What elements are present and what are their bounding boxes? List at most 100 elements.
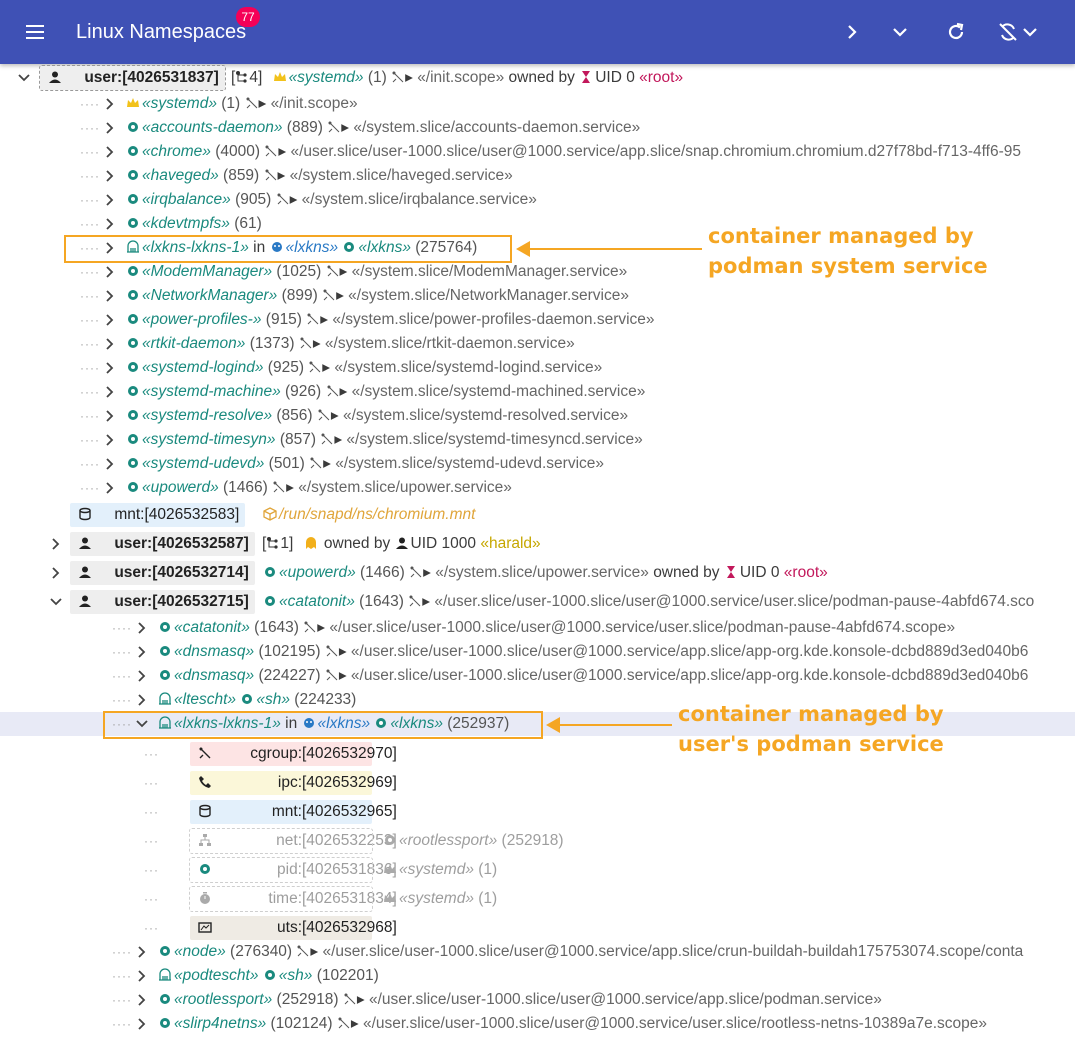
chevron-right-icon[interactable] [135,969,149,983]
process-row[interactable]: ···· «systemd-udevd» (501) ▸ «/system.sli… [0,452,1075,476]
chevron-right-icon[interactable] [103,337,117,351]
expand-one-level-button[interactable] [838,18,866,46]
namespace-badge[interactable]: net:[4026532253] [189,828,397,854]
chevron-right-icon[interactable] [103,121,117,135]
namespace-row-mnt[interactable]: ··· mnt:[4026532965] [0,798,1075,826]
chevron-right-icon[interactable] [135,945,149,959]
chevron-right-icon[interactable] [103,457,117,471]
process-name[interactable]: «dnsmasq» [174,667,254,684]
tree-node-user-4026532587[interactable]: user:[4026532587] [1] owned by UID 1000 … [0,530,1075,558]
chevron-down-icon[interactable] [49,595,63,609]
process-name[interactable]: «systemd-logind» [142,359,263,376]
chevron-right-icon[interactable] [103,313,117,327]
process-row[interactable]: ···· «upowerd» (1466) ▸ «/system.slice/up… [0,476,1075,500]
chevron-down-icon[interactable] [17,71,31,85]
chevron-right-icon[interactable] [103,481,117,495]
process-name[interactable]: «slirp4netns» [174,1015,266,1032]
process-name[interactable]: «systemd» [289,69,364,86]
process-name[interactable]: «ModemManager» [142,263,272,280]
chevron-right-icon[interactable] [103,193,117,207]
process-name[interactable]: «systemd-udevd» [142,455,264,472]
process-row[interactable]: ···· «accounts-daemon» (889) ▸ «/system.s… [0,116,1075,140]
process-name[interactable]: «systemd-resolve» [142,407,272,424]
process-row[interactable]: ···· «dnsmasq» (102195) ▸ «/user.slice/us… [0,640,1075,664]
process-row[interactable]: ···· «dnsmasq» (224227) ▸ «/user.slice/us… [0,664,1075,688]
expand-all-button[interactable] [886,18,914,46]
namespace-row-shared[interactable]: ··· pid:[4026531836] «systemd» (1) [0,856,1075,884]
process-name[interactable]: «chrome» [142,143,211,160]
process-row[interactable]: ···· «chrome» (4000) ▸ «/user.slice/user-… [0,140,1075,164]
chevron-right-icon[interactable] [135,621,149,635]
namespace-row-uts[interactable]: ··· uts:[4026532968] [0,914,1075,942]
chevron-right-icon[interactable] [103,361,117,375]
process-name[interactable]: «systemd» [142,95,217,112]
namespace-badge[interactable]: ipc:[4026532969] [190,771,397,795]
tree-node-root-user[interactable]: user:[4026531837] [4] «systemd» (1) ▸ «/… [0,64,1075,92]
user-namespace-badge[interactable]: user:[4026531837] [39,65,226,91]
process-row[interactable]: ···· «systemd-logind» (925) ▸ «/system.sl… [0,356,1075,380]
tree-node-user-4026532714[interactable]: user:[4026532714] «upowerd» (1466) ▸ «/s… [0,559,1075,587]
chevron-right-icon[interactable] [135,1017,149,1031]
chevron-right-icon[interactable] [103,217,117,231]
process-name[interactable]: «kdevtmpfs» [142,215,230,232]
process-name[interactable]: «power-profiles-» [142,311,261,328]
user-namespace-badge[interactable]: user:[4026532714] [70,561,255,585]
process-name[interactable]: «upowerd» [279,564,356,581]
process-name[interactable]: «upowerd» [142,479,219,496]
chevron-right-icon[interactable] [103,433,117,447]
namespace-badge[interactable]: uts:[4026532968] [190,916,397,940]
namespace-row-shared[interactable]: ··· time:[4026531834] «systemd» (1) [0,885,1075,913]
namespace-badge[interactable]: time:[4026531834] [189,886,397,912]
process-name[interactable]: «systemd» [399,861,474,878]
process-row[interactable]: ···· «NetworkManager» (899) ▸ «/system.sl… [0,284,1075,308]
process-row[interactable]: ···· «podtescht» «sh» (102201) [0,964,1075,988]
chevron-right-icon[interactable] [135,993,149,1007]
process-name[interactable]: «rootlessport» [174,991,272,1008]
process-name[interactable]: «irqbalance» [142,191,231,208]
process-row[interactable]: ···· «rootlessport» (252918) ▸ «/user.sli… [0,988,1075,1012]
process-name[interactable]: «NetworkManager» [142,287,277,304]
namespace-badge[interactable]: mnt:[4026532965] [190,800,397,824]
chevron-right-icon[interactable] [103,409,117,423]
namespace-badge[interactable]: pid:[4026531836] [189,857,397,883]
tree-node-mnt[interactable]: mnt:[4026532583] /run/snapd/ns/chromium.… [0,501,1075,529]
chevron-right-icon[interactable] [103,385,117,399]
process-name[interactable]: «systemd-timesyn» [142,431,276,448]
process-name[interactable]: «node» [174,943,226,960]
chevron-right-icon[interactable] [103,145,117,159]
mnt-namespace-badge[interactable]: mnt:[4026532583] [70,503,246,527]
user-namespace-badge[interactable]: user:[4026532587] [70,532,255,556]
chevron-right-icon[interactable] [103,169,117,183]
menu-icon[interactable] [22,19,50,45]
chevron-right-icon[interactable] [135,669,149,683]
chevron-right-icon[interactable] [103,97,117,111]
namespace-row-shared[interactable]: ··· net:[4026532253] «rootlessport» (25291… [0,827,1075,855]
process-name[interactable]: «systemd-machine» [142,383,281,400]
process-row[interactable]: ···· «catatonit» (1643) ▸ «/user.slice/us… [0,616,1075,640]
namespace-row-ipc[interactable]: ··· ipc:[4026532969] [0,769,1075,797]
auto-refresh-menu-button[interactable] [994,18,1044,46]
refresh-button[interactable] [942,18,970,46]
process-row[interactable]: ···· «systemd-resolve» (856) ▸ «/system.s… [0,404,1075,428]
process-row[interactable]: ···· «systemd-timesyn» (857) ▸ «/system.s… [0,428,1075,452]
chevron-right-icon[interactable] [135,645,149,659]
namespace-badge[interactable]: cgroup:[4026532970] [190,742,397,766]
chevron-right-icon[interactable] [49,566,63,580]
chevron-right-icon[interactable] [103,265,117,279]
chevron-right-icon[interactable] [49,537,63,551]
process-name[interactable]: «ltescht» [174,691,236,708]
process-row[interactable]: ···· «irqbalance» (905) ▸ «/system.slice/… [0,188,1075,212]
process-row[interactable]: ···· «rtkit-daemon» (1373) ▸ «/system.sli… [0,332,1075,356]
process-row[interactable]: ···· «systemd-machine» (926) ▸ «/system.s… [0,380,1075,404]
process-name[interactable]: «haveged» [142,167,219,184]
tree-node-user-4026532715[interactable]: user:[4026532715] «catatonit» (1643) ▸ «… [0,588,1075,616]
chevron-right-icon[interactable] [103,289,117,303]
process-row[interactable]: ···· «haveged» (859) ▸ «/system.slice/hav… [0,164,1075,188]
process-row[interactable]: ···· «power-profiles-» (915) ▸ «/system.s… [0,308,1075,332]
process-row[interactable]: ···· «systemd» (1) ▸ «/init.scope» [0,92,1075,116]
process-row[interactable]: ···· «slirp4netns» (102124) ▸ «/user.slic… [0,1012,1075,1036]
process-name[interactable]: «rtkit-daemon» [142,335,245,352]
chevron-right-icon[interactable] [135,693,149,707]
process-name[interactable]: «dnsmasq» [174,643,254,660]
process-name[interactable]: «systemd» [399,890,474,907]
